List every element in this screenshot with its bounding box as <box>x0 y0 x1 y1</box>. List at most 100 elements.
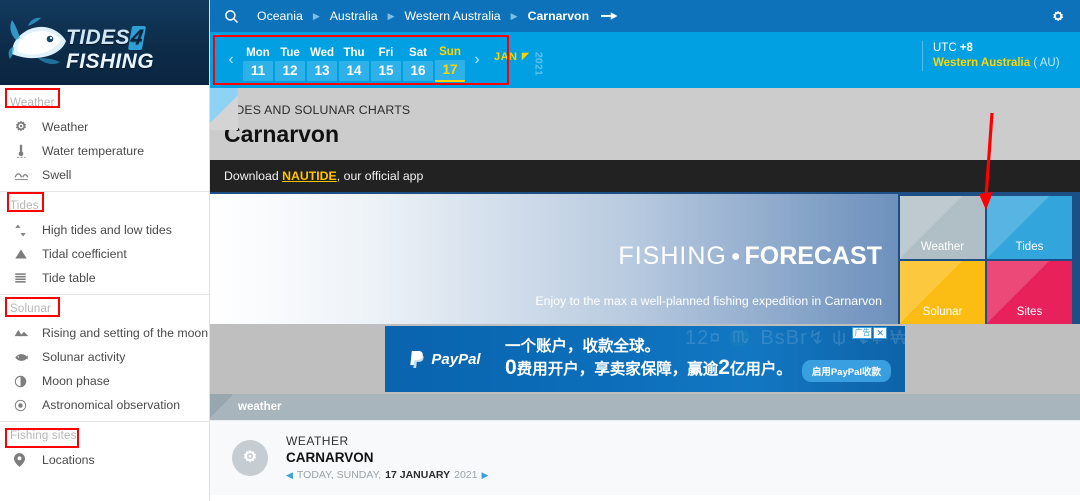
breadcrumb-item-carnarvon[interactable]: Carnarvon <box>526 9 592 23</box>
weather-summary: WEATHER CARNARVON ◀ TODAY, SUNDAY, 17 JA… <box>210 420 1080 495</box>
prev-week-button[interactable]: ‹ <box>220 32 242 88</box>
date-day-wed[interactable]: Wed 13 <box>307 40 337 81</box>
advertisement-container: 12¤ ♏ BsBr↯ ψ ↯¥ ₩ŦĦ PayPal 一个账户，收款全球。 0… <box>210 324 1080 394</box>
tile-solunar[interactable]: Solunar <box>900 261 985 324</box>
day-name: Sun <box>439 45 461 58</box>
breadcrumb-item-oceania[interactable]: Oceania <box>255 9 305 23</box>
tile-sites[interactable]: Sites <box>987 261 1072 324</box>
day-number: 17 <box>435 59 465 82</box>
page-root: TIDES4FISHING Weather Weather Water temp… <box>0 0 1080 501</box>
month-label: JAN <box>494 50 518 63</box>
date-day-mon[interactable]: Mon 11 <box>243 40 273 81</box>
weather-date-main: 17 JANUARY <box>385 468 451 481</box>
sidebar-item-high-tides-and-low-tides[interactable]: High tides and low tides <box>0 218 209 242</box>
date-day-tue[interactable]: Tue 12 <box>275 40 305 81</box>
top-navigation-bar: Oceania ▶ Australia ▶ Western Australia … <box>210 0 1080 32</box>
brand-name-four: 4 <box>127 26 147 50</box>
ad-tag-group: 广告 ✕ <box>852 327 887 339</box>
map-pin-icon <box>14 453 40 467</box>
nautide-link[interactable]: NAUTIDE <box>282 169 337 183</box>
wave-icon <box>14 169 40 181</box>
paypal-icon <box>409 350 426 369</box>
timezone-offset: +8 <box>959 42 973 54</box>
brand-name: TIDES4FISHING <box>66 26 209 74</box>
sidebar-section-header-weather: Weather <box>10 97 55 109</box>
sidebar-item-label: Solunar activity <box>42 350 126 364</box>
date-day-sat[interactable]: Sat 16 <box>403 40 433 81</box>
gear-icon <box>1050 8 1066 24</box>
up-down-arrows-icon <box>14 223 40 238</box>
tile-tides[interactable]: Tides <box>987 196 1072 259</box>
left-triangle-icon[interactable]: ◀ <box>286 468 293 483</box>
ad-cta-button[interactable]: 启用PayPal收款 <box>801 360 891 382</box>
sidebar-item-label: Locations <box>42 453 95 467</box>
month-year-block[interactable]: JAN 2021 <box>494 44 544 76</box>
sidebar-item-tide-table[interactable]: Tide table <box>0 266 209 290</box>
region-line: Western Australia ( AU) <box>933 56 1060 71</box>
corner-accent <box>210 88 238 130</box>
sidebar-item-label: Weather <box>42 120 89 134</box>
ad-line-2: 0费用开户，享卖家保障，赢逾2亿用户。 <box>505 357 792 381</box>
sidebar-item-label: High tides and low tides <box>42 223 172 237</box>
day-name: Wed <box>309 46 335 59</box>
ad-close-icon[interactable]: ✕ <box>873 327 887 339</box>
day-name: Mon <box>246 46 270 59</box>
sidebar-section-header-solunar: Solunar <box>10 303 52 315</box>
weather-text-block: WEATHER CARNARVON ◀ TODAY, SUNDAY, 17 JA… <box>286 434 488 483</box>
weather-section-bar: weather <box>210 394 1080 420</box>
breadcrumb-separator-icon: ▶ <box>510 10 518 21</box>
breadcrumb-separator-icon: ▶ <box>387 10 395 21</box>
brand-logo[interactable]: TIDES4FISHING <box>0 0 209 85</box>
sidebar-item-water-temperature[interactable]: Water temperature <box>0 139 209 163</box>
ad-line2-two: 2 <box>718 356 730 379</box>
tile-label: Solunar <box>922 306 963 318</box>
sidebar-item-swell[interactable]: Swell <box>0 163 209 187</box>
breadcrumb-item-australia[interactable]: Australia <box>328 9 380 23</box>
sidebar-item-locations[interactable]: Locations <box>0 448 209 472</box>
breadcrumb-separator-icon: ▶ <box>312 10 320 21</box>
half-moon-icon <box>14 375 40 388</box>
next-week-button[interactable]: › <box>466 32 488 88</box>
day-number: 15 <box>371 60 401 81</box>
breadcrumb-next-arrow-icon[interactable] <box>601 11 619 21</box>
day-number: 14 <box>339 60 369 81</box>
page-subtitle: TIDES AND SOLUNAR CHARTS <box>224 103 411 117</box>
date-day-thu[interactable]: Thu 14 <box>339 40 369 81</box>
tile-weather[interactable]: Weather <box>900 196 985 259</box>
sidebar-section-header-tides: Tides <box>10 200 39 212</box>
download-app-bar: Download NAUTIDE, our official app <box>210 160 1080 192</box>
weather-kicker: WEATHER <box>286 433 349 448</box>
mountains-icon <box>14 328 40 338</box>
day-name: Thu <box>343 46 365 59</box>
thermometer-icon <box>14 144 40 159</box>
ad-copy: 一个账户，收款全球。 0费用开户，享卖家保障，赢逾2亿用户。 <box>505 337 792 381</box>
download-text: Download NAUTIDE, our official app <box>224 169 423 183</box>
ad-label: 广告 <box>852 327 873 339</box>
corner-accent <box>210 394 232 420</box>
page-title: Carnarvon <box>224 121 340 147</box>
sidebar-item-rising-and-setting-of-the-moon[interactable]: Rising and setting of the moon <box>0 321 209 345</box>
sidebar-item-weather[interactable]: Weather <box>0 115 209 139</box>
breadcrumb-item-western-australia[interactable]: Western Australia <box>403 9 503 23</box>
settings-button[interactable] <box>1050 0 1066 32</box>
hero-subtitle: Enjoy to the max a well-planned fishing … <box>535 294 882 308</box>
sidebar-item-moon-phase[interactable]: Moon phase <box>0 369 209 393</box>
gear-sun-icon <box>241 449 259 467</box>
date-day-fri[interactable]: Fri 15 <box>371 40 401 81</box>
sidebar-item-astronomical-observation[interactable]: Astronomical observation <box>0 393 209 417</box>
timezone-label: UTC <box>933 42 957 54</box>
month-flag-icon <box>521 52 530 61</box>
search-icon[interactable] <box>224 9 239 24</box>
sidebar-item-tidal-coefficient[interactable]: Tidal coefficient <box>0 242 209 266</box>
timezone-block: UTC +8 Western Australia ( AU) <box>922 41 1060 71</box>
paypal-ad[interactable]: 12¤ ♏ BsBr↯ ψ ↯¥ ₩ŦĦ PayPal 一个账户，收款全球。 0… <box>385 326 905 392</box>
weather-date-today: TODAY, SUNDAY, <box>296 468 382 481</box>
timezone-line: UTC +8 <box>933 41 1060 56</box>
ad-line-1: 一个账户，收款全球。 <box>505 338 661 355</box>
sidebar-item-label: Tide table <box>42 271 96 285</box>
sidebar-item-solunar-activity[interactable]: Solunar activity <box>0 345 209 369</box>
date-day-sun-selected[interactable]: Sun 17 <box>435 39 465 82</box>
right-triangle-icon[interactable]: ▶ <box>481 468 488 483</box>
country-code: ( AU) <box>1033 57 1060 69</box>
ad-line2-zero: 0 <box>505 356 517 379</box>
